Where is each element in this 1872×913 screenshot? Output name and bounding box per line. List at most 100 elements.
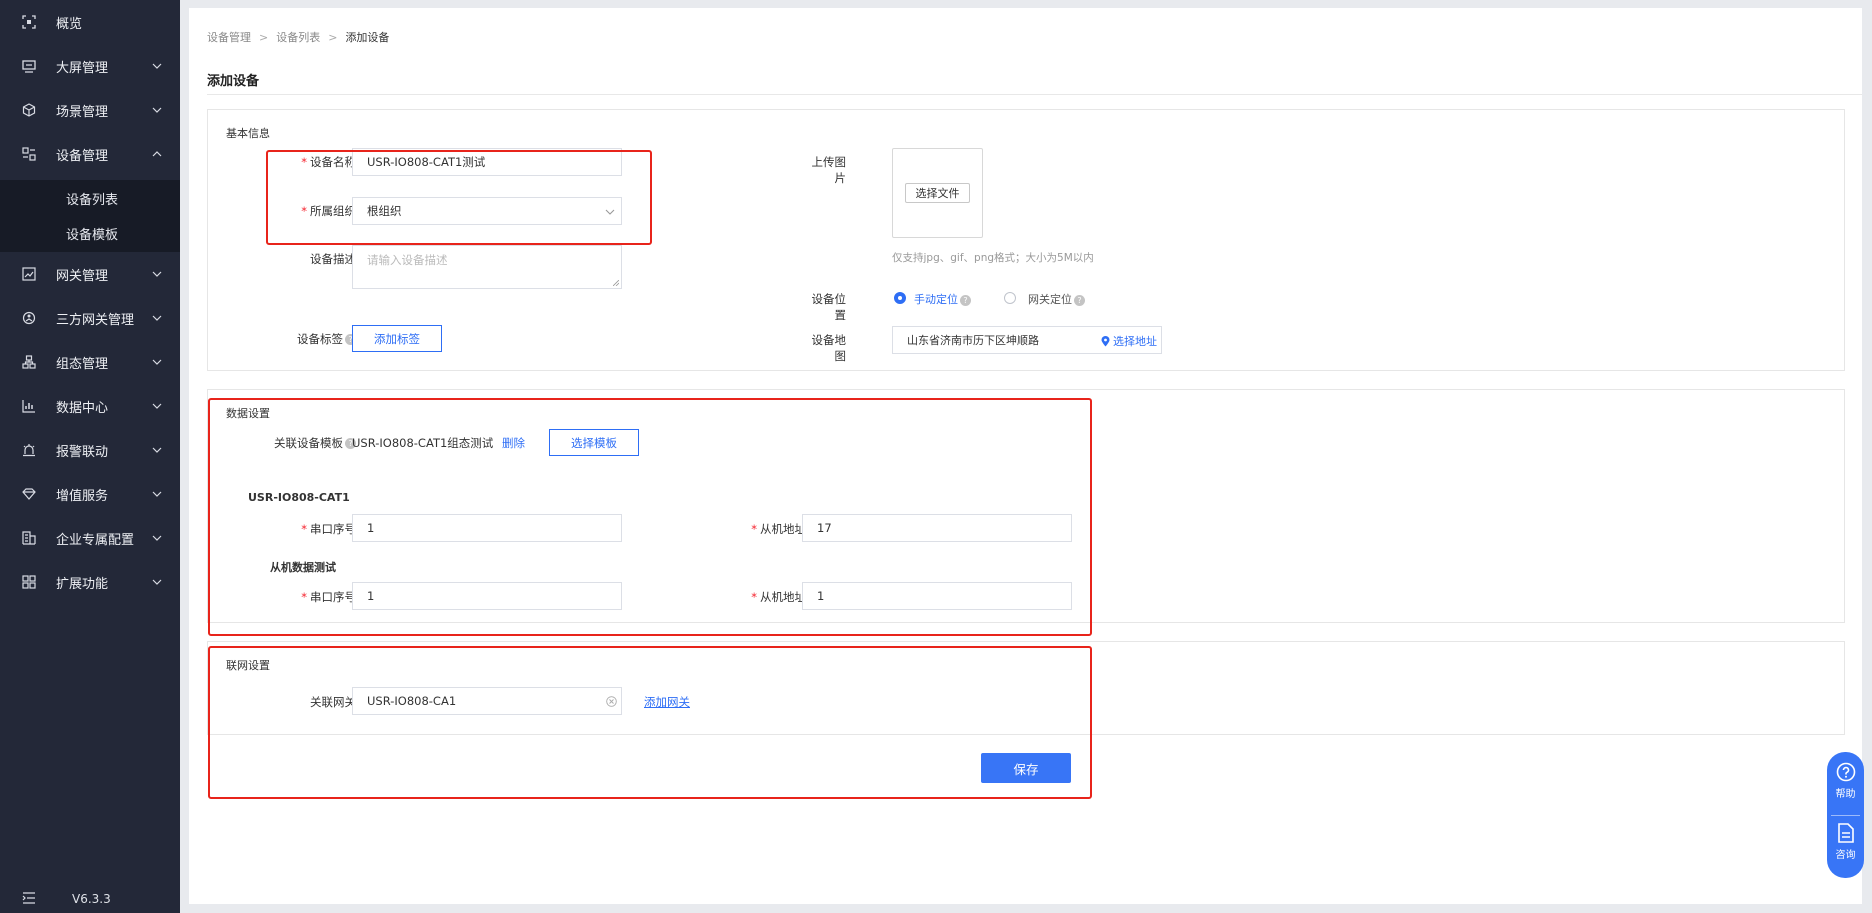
- sidebar-item-enterprise[interactable]: 企业专属配置: [0, 516, 180, 560]
- sidebar-item-label: 增值服务: [56, 488, 109, 504]
- data-settings-section: 数据设置 关联设备模板? USR-IO808-CAT1组态测试 删除 选择模板 …: [207, 389, 1845, 623]
- sidebar-item-label: 概览: [56, 16, 83, 32]
- device-map-input[interactable]: 山东省济南市历下区坤顺路 选择地址: [892, 326, 1162, 354]
- select-address-button[interactable]: 选择地址: [1101, 333, 1157, 349]
- sidebar-item-label: 数据中心: [56, 400, 109, 416]
- sidebar-item-screen[interactable]: 大屏管理: [0, 44, 180, 88]
- sidebar-item-configuration[interactable]: 组态管理: [0, 340, 180, 384]
- chevron-down-icon: [152, 315, 162, 321]
- chevron-down-icon: [152, 359, 162, 365]
- gateway-icon: [22, 267, 36, 281]
- network-settings-section: 联网设置 关联网关 USR-IO808-CA1 添加网关: [207, 641, 1845, 735]
- template-value: USR-IO808-CAT1组态测试: [352, 436, 494, 450]
- upload-image-label: 上传图片: [811, 155, 847, 185]
- sidebar-item-device[interactable]: 设备管理: [0, 132, 180, 176]
- slave-address-label: * 从机地址: [751, 590, 806, 604]
- breadcrumb-device-management[interactable]: 设备管理: [207, 29, 251, 45]
- menu-collapse-icon[interactable]: [22, 892, 36, 904]
- help-button[interactable]: 帮助: [1827, 762, 1864, 800]
- sidebar-submenu-device: 设备列表 设备模板: [0, 180, 180, 252]
- version-label: V6.3.3: [72, 892, 111, 906]
- sidebar-item-label: 组态管理: [56, 356, 109, 372]
- breadcrumb: 设备管理 > 设备列表 > 添加设备: [207, 29, 389, 45]
- radio-gateway-position[interactable]: [1004, 292, 1016, 304]
- main-content: 设备管理 > 设备列表 > 添加设备 添加设备 基本信息 * 设备名称 USR-I…: [189, 8, 1862, 904]
- alarm-icon: [23, 444, 35, 457]
- sidebar-item-value-added[interactable]: 增值服务: [0, 472, 180, 516]
- chevron-down-icon: [152, 579, 162, 585]
- sidebar-item-data-center[interactable]: 数据中心: [0, 384, 180, 428]
- add-tag-button[interactable]: 添加标签: [352, 325, 442, 352]
- sidebar-subitem-device-list[interactable]: 设备列表: [66, 189, 118, 208]
- consult-button[interactable]: 咨询: [1827, 823, 1864, 861]
- description-label: 设备描述: [310, 252, 356, 266]
- tag-label: 设备标签?: [268, 331, 356, 347]
- sidebar-item-gateway[interactable]: 网关管理: [0, 252, 180, 296]
- breadcrumb-device-list[interactable]: 设备列表: [276, 29, 320, 45]
- chevron-down-icon: [152, 447, 162, 453]
- description-textarea[interactable]: 请输入设备描述: [352, 245, 622, 289]
- question-circle-icon: [1836, 762, 1855, 782]
- help-icon: ?: [960, 294, 971, 306]
- third-party-gateway-icon: [22, 311, 36, 325]
- document-icon: [1837, 823, 1854, 843]
- title-divider: [207, 94, 1862, 95]
- gateway-select[interactable]: USR-IO808-CA1: [352, 687, 622, 715]
- overview-icon: [22, 15, 36, 29]
- slave-address-input[interactable]: 17: [802, 514, 1072, 542]
- consult-label: 咨询: [1835, 850, 1856, 861]
- gateway-position-label: 网关定位?: [1028, 291, 1085, 307]
- sidebar-item-label: 三方网关管理: [56, 312, 135, 328]
- gateway-label: 关联网关: [310, 695, 356, 709]
- sidebar-item-label: 场景管理: [56, 104, 109, 120]
- organization-select[interactable]: 根组织: [352, 197, 622, 225]
- device-icon: [22, 147, 36, 161]
- sidebar-item-label: 报警联动: [56, 444, 109, 460]
- chevron-down-icon: [152, 403, 162, 409]
- sidebar-item-alarm[interactable]: 报警联动: [0, 428, 180, 472]
- sidebar-subitem-device-template[interactable]: 设备模板: [66, 224, 118, 243]
- sidebar-item-label: 大屏管理: [56, 60, 109, 76]
- group-name: 从机数据测试: [270, 561, 336, 574]
- manual-position-label: 手动定位?: [914, 291, 971, 307]
- choose-file-button[interactable]: 选择文件: [905, 183, 970, 203]
- position-label: 设备位置: [811, 292, 847, 322]
- add-gateway-link[interactable]: 添加网关: [644, 694, 690, 710]
- location-pin-icon: [1101, 335, 1110, 346]
- slave-address-input[interactable]: 1: [802, 582, 1072, 610]
- clear-icon[interactable]: [606, 696, 617, 707]
- sidebar-item-label: 企业专属配置: [56, 532, 135, 548]
- breadcrumb-separator-icon: >: [259, 30, 269, 44]
- serial-number-label: * 串口序号: [301, 522, 356, 536]
- save-button[interactable]: 保存: [981, 753, 1071, 783]
- serial-number-input[interactable]: 1: [352, 582, 622, 610]
- device-name-input[interactable]: USR-IO808-CAT1测试: [352, 148, 622, 176]
- serial-number-input[interactable]: 1: [352, 514, 622, 542]
- help-label: 帮助: [1835, 789, 1856, 800]
- breadcrumb-separator-icon: >: [328, 30, 338, 44]
- sidebar-item-third-party-gateway[interactable]: 三方网关管理: [0, 296, 180, 340]
- float-divider: [1831, 815, 1860, 816]
- template-label: 关联设备模板?: [248, 435, 356, 451]
- sidebar-item-scene[interactable]: 场景管理: [0, 88, 180, 132]
- radio-manual-position[interactable]: [894, 292, 906, 304]
- configuration-icon: [22, 355, 36, 369]
- chevron-down-icon: [605, 209, 615, 215]
- sidebar-item-overview[interactable]: 概览: [0, 0, 180, 44]
- image-upload-box[interactable]: 选择文件: [892, 148, 983, 238]
- slave-address-label: * 从机地址: [751, 522, 806, 536]
- select-template-button[interactable]: 选择模板: [549, 429, 639, 456]
- delete-template-link[interactable]: 删除: [502, 435, 525, 451]
- chevron-down-icon: [152, 63, 162, 69]
- chevron-down-icon: [152, 107, 162, 113]
- sidebar-item-extensions[interactable]: 扩展功能: [0, 560, 180, 604]
- organization-label: * 所属组织: [301, 204, 356, 218]
- chevron-down-icon: [152, 271, 162, 277]
- chevron-down-icon: [152, 491, 162, 497]
- help-icon: ?: [1074, 294, 1085, 306]
- sidebar-item-label: 设备管理: [56, 148, 109, 164]
- sidebar: 概览 大屏管理 场景管理 设备管理 设备列表 设备模板 网关管理 三方网关管理 …: [0, 0, 180, 913]
- device-map-label: 设备地图: [811, 333, 847, 363]
- sidebar-item-label: 扩展功能: [56, 576, 109, 592]
- cube-icon: [22, 103, 36, 117]
